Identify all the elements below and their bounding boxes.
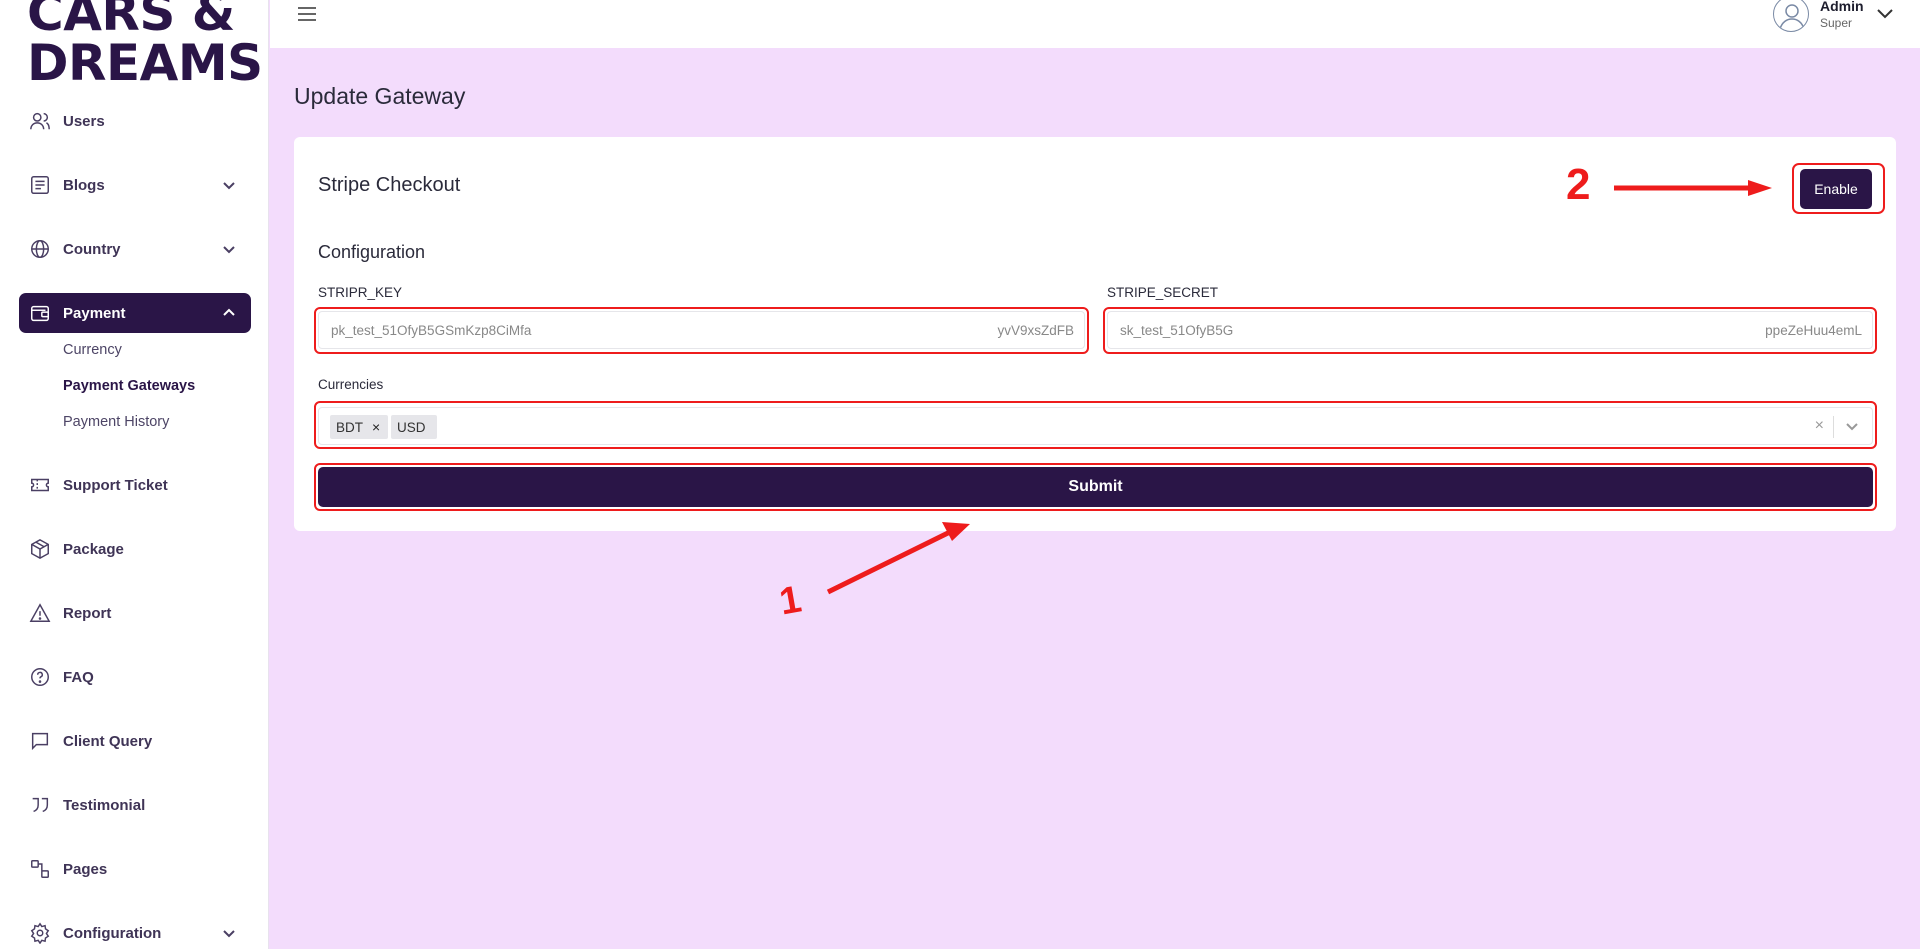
sidebar-item-label: Client Query <box>63 732 153 750</box>
stripe-key-value-start: pk_test_51OfyB5GSmKzp8CiMfa <box>331 323 532 338</box>
chevron-up-icon[interactable] <box>221 305 237 321</box>
avatar[interactable] <box>1773 0 1809 32</box>
sidebar-item-label: Pages <box>63 860 108 878</box>
chevron-down-icon[interactable] <box>221 925 237 941</box>
submit-button[interactable]: Submit <box>318 467 1873 507</box>
chevron-down-icon[interactable] <box>221 241 237 257</box>
globe-icon <box>28 237 52 261</box>
pages-icon <box>28 857 52 881</box>
sidebar: CARS & DREAMS Users Blogs Country Paymen… <box>0 0 269 949</box>
sidebar-subitem-payment-history[interactable]: Payment History <box>63 414 169 430</box>
gear-icon <box>28 921 52 945</box>
sidebar-item-testimonial[interactable]: Testimonial <box>19 785 251 825</box>
sidebar-item-label: Country <box>63 240 121 258</box>
page-title: Update Gateway <box>294 83 466 109</box>
brand-line-2: DREAMS <box>27 34 263 92</box>
annotation-number-1: 1 <box>776 578 805 624</box>
sidebar-item-support-ticket[interactable]: Support Ticket <box>19 465 251 505</box>
sidebar-item-users[interactable]: Users <box>19 101 251 141</box>
users-icon <box>28 109 52 133</box>
stripe-secret-label: STRIPE_SECRET <box>1107 285 1219 300</box>
card-title: Stripe Checkout <box>318 174 461 196</box>
sidebar-item-label: Support Ticket <box>63 476 168 494</box>
stripe-secret-value-end: ppeZeHuu4emL <box>1765 323 1862 338</box>
arrow-1 <box>826 522 970 595</box>
warning-icon <box>28 601 52 625</box>
sidebar-item-country[interactable]: Country <box>19 229 251 269</box>
stripe-key-input[interactable]: pk_test_51OfyB5GSmKzp8CiMfa yvV9xsZdFB <box>318 311 1085 349</box>
sidebar-item-blogs[interactable]: Blogs <box>19 165 251 205</box>
sidebar-item-package[interactable]: Package <box>19 529 251 569</box>
chat-icon <box>28 729 52 753</box>
quote-icon <box>28 793 52 817</box>
currency-tag-label: BDT <box>336 419 363 435</box>
top-bar: Admin Super <box>270 0 1920 48</box>
gateway-card: Stripe Checkout Enable Configuration STR… <box>294 137 1896 531</box>
section-title: Configuration <box>318 242 426 262</box>
currency-tag: USD <box>391 415 437 439</box>
sidebar-item-payment[interactable]: Payment <box>19 293 251 333</box>
wallet-icon <box>28 301 52 325</box>
brand-line-1: CARS & <box>27 0 235 42</box>
package-icon <box>28 537 52 561</box>
sidebar-item-label: FAQ <box>63 668 94 686</box>
ticket-icon <box>28 473 52 497</box>
sidebar-item-configuration[interactable]: Configuration <box>19 913 251 949</box>
stripe-key-label: STRIPR_KEY <box>318 285 403 300</box>
stripe-key-value-end: yvV9xsZdFB <box>997 323 1074 338</box>
select-divider <box>1833 416 1834 438</box>
sidebar-subitem-payment-gateways[interactable]: Payment Gateways <box>63 378 195 394</box>
user-name: Admin <box>1820 0 1864 14</box>
currency-tag: BDT × <box>330 415 388 439</box>
chevron-down-icon[interactable] <box>1844 420 1860 434</box>
chevron-down-icon[interactable] <box>221 177 237 193</box>
chevron-down-icon[interactable] <box>1876 6 1894 20</box>
stripe-secret-value-start: sk_test_51OfyB5G <box>1120 323 1234 338</box>
hamburger-menu-icon[interactable] <box>296 4 320 26</box>
remove-tag-icon[interactable]: × <box>372 419 380 435</box>
sidebar-item-label: Configuration <box>63 924 162 942</box>
sidebar-item-label: Users <box>63 112 105 130</box>
currencies-label: Currencies <box>318 377 384 392</box>
currencies-select[interactable]: BDT × USD × <box>318 407 1873 445</box>
currency-tag-label: USD <box>397 419 426 435</box>
sidebar-item-label: Package <box>63 540 124 558</box>
brand-logo[interactable]: CARS & DREAMS <box>27 0 263 88</box>
sidebar-item-label: Testimonial <box>63 796 146 814</box>
sidebar-item-label: Report <box>63 604 112 622</box>
sidebar-subitem-currency[interactable]: Currency <box>63 342 122 358</box>
clear-icon[interactable]: × <box>1815 417 1824 435</box>
user-role: Super <box>1820 16 1853 30</box>
sidebar-item-label: Payment <box>63 304 126 322</box>
question-icon <box>28 665 52 689</box>
enable-button[interactable]: Enable <box>1800 169 1872 209</box>
annotation-number-2: 2 <box>1566 160 1591 209</box>
sidebar-item-label: Blogs <box>63 176 105 194</box>
sidebar-item-client-query[interactable]: Client Query <box>19 721 251 761</box>
document-icon <box>28 173 52 197</box>
sidebar-item-pages[interactable]: Pages <box>19 849 251 889</box>
sidebar-item-faq[interactable]: FAQ <box>19 657 251 697</box>
stripe-secret-input[interactable]: sk_test_51OfyB5G ppeZeHuu4emL <box>1107 311 1873 349</box>
sidebar-item-report[interactable]: Report <box>19 593 251 633</box>
